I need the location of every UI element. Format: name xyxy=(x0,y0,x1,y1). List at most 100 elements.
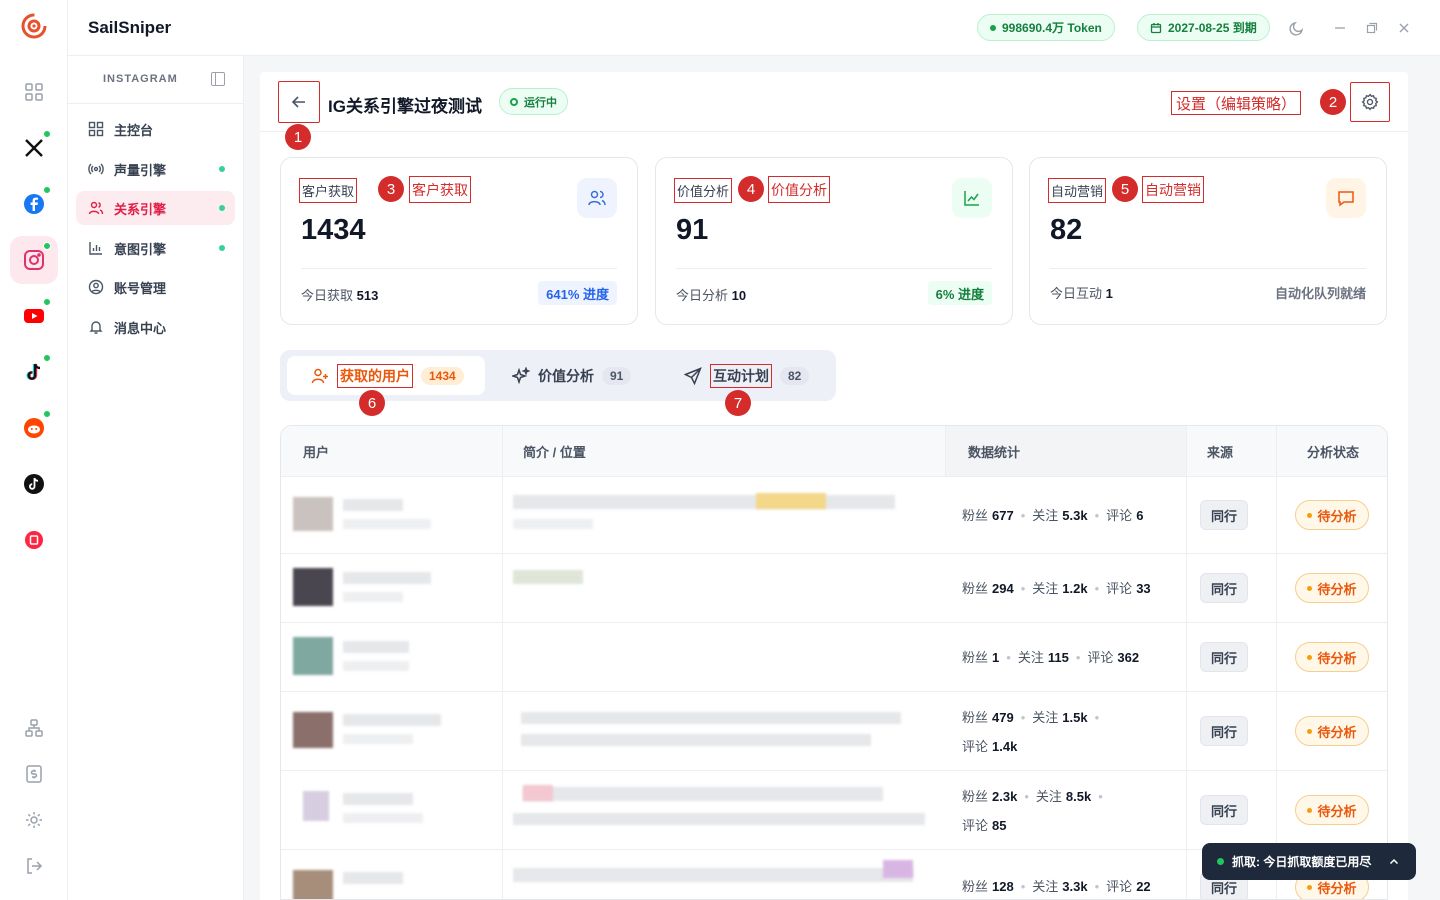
facebook-icon[interactable] xyxy=(10,180,58,228)
tab-interaction-plan[interactable]: 互动计划 82 xyxy=(684,356,810,395)
handle-redacted xyxy=(343,519,431,529)
dashboard-icon xyxy=(88,121,104,137)
dark-mode-moon-icon[interactable] xyxy=(1287,18,1307,38)
tiktok-icon[interactable] xyxy=(10,348,58,396)
username-redacted xyxy=(343,641,409,653)
sidebar-item-messages[interactable]: 消息中心 xyxy=(76,310,235,344)
close-window-icon[interactable] xyxy=(1394,18,1414,38)
avatar xyxy=(293,568,333,606)
trend-chart-icon xyxy=(952,178,992,218)
annotation-marker: 4 xyxy=(738,176,764,202)
sidebar-item-relationship-engine[interactable]: 关系引擎 xyxy=(76,191,235,225)
user-stats: 粉丝 479 • 关注 1.5k • 评论 1.4k xyxy=(962,710,1100,754)
table-row[interactable]: 粉丝 2.3k • 关注 8.5k • 评论 85 同行 待分析 xyxy=(281,771,1387,850)
annotation-label: 价值分析 xyxy=(768,176,830,203)
restore-window-icon[interactable] xyxy=(1362,18,1382,38)
stat-title: 价值分析 xyxy=(674,178,733,203)
handle-redacted xyxy=(343,813,423,823)
source-badge: 同行 xyxy=(1200,795,1248,825)
billing-icon[interactable] xyxy=(10,750,58,798)
bio-redacted xyxy=(523,787,883,801)
table-row[interactable]: 粉丝 677 • 关注 5.3k • 评论 6 同行 待分析 xyxy=(281,477,1387,554)
token-balance-text: 998690.4万 Token xyxy=(1002,21,1102,35)
message-icon xyxy=(1326,178,1366,218)
settings-button[interactable] xyxy=(1350,82,1390,122)
table-row[interactable]: 粉丝 294 • 关注 1.2k • 评论 33 同行 待分析 xyxy=(281,554,1387,623)
user-stats: 粉丝 2.3k • 关注 8.5k • 评论 85 xyxy=(962,789,1103,833)
annotation-label: 自动营销 xyxy=(1142,176,1204,203)
calendar-icon xyxy=(1150,22,1162,33)
avatar xyxy=(293,637,333,675)
collapse-sidebar-icon[interactable] xyxy=(211,72,225,86)
active-dot-icon xyxy=(219,205,225,211)
column-header: 分析状态 xyxy=(1276,426,1387,477)
sidebar-item-intent-engine[interactable]: 意图引擎 xyxy=(76,231,235,265)
source-badge: 同行 xyxy=(1200,500,1248,530)
settings-edit-strategy-label: 设置（编辑策略） xyxy=(1171,91,1302,115)
settings-gear-icon[interactable] xyxy=(10,796,58,844)
analysis-status-badge: 待分析 xyxy=(1295,642,1369,672)
expiry-date-text: 2027-08-25 到期 xyxy=(1168,21,1257,35)
annotation-marker: 5 xyxy=(1112,176,1138,202)
active-dot-icon xyxy=(219,245,225,251)
annotation-marker: 6 xyxy=(359,390,385,416)
logout-icon[interactable] xyxy=(10,842,58,890)
back-button[interactable] xyxy=(278,81,320,123)
user-stats: 粉丝 677 • 关注 5.3k • 评论 6 xyxy=(962,508,1144,523)
analysis-status-badge: 待分析 xyxy=(1295,573,1369,603)
handle-redacted xyxy=(343,592,403,602)
table-row[interactable]: 粉丝 1 • 关注 115 • 评论 362 同行 待分析 xyxy=(281,623,1387,692)
quota-toast[interactable]: 抓取: 今日抓取额度已用尽 xyxy=(1202,843,1416,880)
user-stats: 粉丝 294 • 关注 1.2k • 评论 33 xyxy=(962,581,1151,596)
user-stats: 粉丝 1 • 关注 115 • 评论 362 xyxy=(962,650,1140,665)
source-badge: 同行 xyxy=(1200,716,1248,746)
stat-title: 客户获取 xyxy=(299,178,358,203)
tab-value-analysis[interactable]: 价值分析 91 xyxy=(512,356,632,395)
sidebar-item-label: 主控台 xyxy=(114,122,154,138)
reddit-icon[interactable] xyxy=(10,404,58,452)
stat-today: 今日分析 10 xyxy=(676,288,747,303)
x-twitter-icon[interactable] xyxy=(10,124,58,172)
sidebar-item-accounts[interactable]: 账号管理 xyxy=(76,270,235,304)
running-dot-icon xyxy=(510,97,518,106)
bell-icon xyxy=(89,321,103,334)
table-row[interactable]: 粉丝 479 • 关注 1.5k • 评论 1.4k 同行 待分析 xyxy=(281,692,1387,771)
minimize-icon[interactable] xyxy=(1330,18,1350,38)
grid-icon[interactable] xyxy=(10,68,58,116)
chevron-up-icon[interactable] xyxy=(1389,857,1399,867)
sparkles-icon xyxy=(512,366,530,384)
app-name: SailSniper xyxy=(88,18,172,37)
sidebar-item-label: 声量引擎 xyxy=(114,162,167,178)
tab-label: 价值分析 xyxy=(538,367,594,384)
user-add-icon xyxy=(311,368,328,383)
avatar xyxy=(293,870,333,899)
expiry-date-badge[interactable]: 2027-08-25 到期 xyxy=(1137,14,1270,41)
stat-value: 1434 xyxy=(301,214,366,246)
instagram-icon[interactable] xyxy=(10,236,58,284)
column-header: 用户 xyxy=(281,426,502,477)
annotation-marker: 7 xyxy=(725,390,751,416)
youtube-icon[interactable] xyxy=(10,292,58,340)
users-table: 用户 简介 / 位置 数据统计 来源 分析状态 粉丝 677 • 关注 5.3k • 评论 6… xyxy=(280,425,1388,900)
stat-card-value-analysis: 价值分析 4 价值分析 91 今日分析 10 6% 进度 xyxy=(655,157,1013,325)
xiaohongshu-icon[interactable] xyxy=(10,516,58,564)
stat-progress-badge: 641% 进度 xyxy=(538,281,617,305)
analysis-status-badge: 待分析 xyxy=(1295,500,1369,530)
sidebar-item-volume-engine[interactable]: 声量引擎 xyxy=(76,152,235,186)
tab-bar: 获取的用户 1434 6 价值分析 91 互动计划 82 7 xyxy=(280,350,836,416)
arrow-left-icon xyxy=(291,96,305,108)
sidebar-item-dashboard[interactable]: 主控台 xyxy=(76,112,235,146)
handle-redacted xyxy=(343,734,413,744)
annotation-marker: 1 xyxy=(285,124,311,150)
stat-value: 82 xyxy=(1050,214,1083,246)
org-chart-icon[interactable] xyxy=(10,704,58,752)
send-icon xyxy=(684,366,702,385)
token-balance-badge[interactable]: 998690.4万 Token xyxy=(977,14,1115,41)
tab-count: 82 xyxy=(780,366,810,385)
douyin-icon[interactable] xyxy=(10,460,58,508)
handle-redacted xyxy=(343,661,409,671)
tab-acquired-users[interactable]: 获取的用户 1434 xyxy=(287,356,485,395)
sidebar: INSTAGRAM 主控台 声量引擎 关系引擎 意图引擎 账号管理 消息中心 xyxy=(68,56,244,900)
users-icon xyxy=(577,178,617,218)
avatar xyxy=(303,791,329,821)
